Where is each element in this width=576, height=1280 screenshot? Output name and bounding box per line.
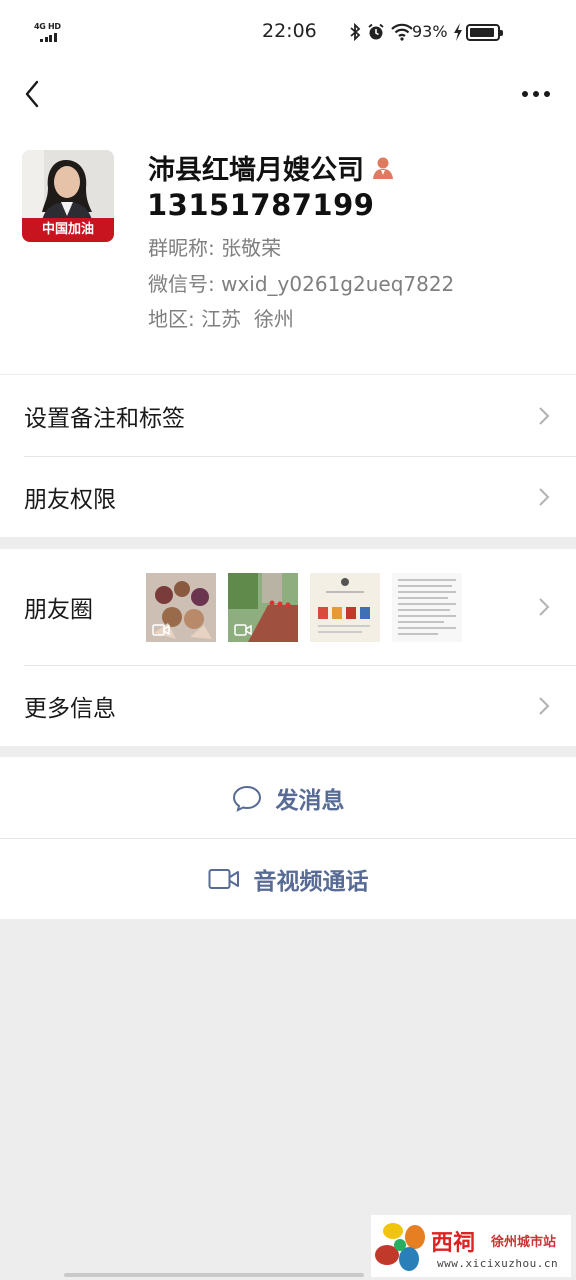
watermark-sub: 徐州城市站 — [491, 1235, 557, 1250]
chevron-right-icon — [539, 406, 550, 425]
moment-thumbnail[interactable] — [392, 573, 462, 642]
watermark-brand: 西祠 — [431, 1231, 476, 1256]
charging-icon — [454, 23, 462, 41]
group-nickname-label: 群昵称: — [148, 236, 215, 260]
more-info-label: 更多信息 — [24, 695, 116, 722]
wechat-id-label: 微信号: — [148, 272, 215, 296]
video-badge-icon — [152, 624, 170, 636]
network-type: 4G HD — [34, 22, 61, 31]
watermark-url: www.xicixuzhou.cn — [437, 1257, 559, 1270]
battery-icon — [466, 24, 503, 41]
avatar-banner: 中国加油 — [22, 218, 114, 242]
region-label: 地区: — [148, 307, 195, 331]
send-message-button[interactable]: 发消息 — [0, 757, 576, 838]
chevron-right-icon — [539, 598, 550, 616]
remark-and-tags-row[interactable]: 设置备注和标签 — [0, 375, 576, 456]
gesture-bar — [64, 1273, 364, 1277]
video-call-label: 音视频通话 — [253, 868, 369, 895]
region: 地区: 江苏 徐州 — [148, 303, 294, 332]
alarm-icon — [368, 23, 384, 40]
status-bar: 4G HD 22:06 93% — [0, 0, 576, 64]
actions-section: 发消息 音视频通话 — [0, 757, 576, 919]
avatar[interactable]: 中国加油 — [22, 150, 114, 242]
moments-label: 朋友圈 — [24, 597, 93, 623]
top-nav — [0, 64, 576, 124]
chevron-right-icon — [539, 696, 550, 715]
group-nickname: 群昵称: 张敬荣 — [148, 232, 281, 261]
friend-permissions-row[interactable]: 朋友权限 — [0, 456, 576, 537]
video-call-button[interactable]: 音视频通话 — [0, 838, 576, 919]
bluetooth-icon — [350, 23, 361, 41]
moment-thumbnail[interactable] — [228, 573, 298, 642]
contact-name: 沛县红墙月嫂公司 — [148, 155, 364, 186]
moment-thumbnail[interactable] — [310, 573, 380, 642]
moment-thumbnail[interactable] — [146, 573, 216, 642]
region-value: 江苏 徐州 — [201, 307, 294, 331]
send-message-label: 发消息 — [275, 787, 345, 814]
wifi-icon — [391, 23, 413, 41]
network-signal-icon: 4G HD — [34, 22, 64, 44]
remark-and-tags-label: 设置备注和标签 — [24, 405, 185, 432]
video-camera-icon — [208, 868, 239, 889]
more-options-button[interactable] — [516, 76, 556, 112]
clock: 22:06 — [262, 20, 317, 42]
group-nickname-value: 张敬荣 — [221, 236, 282, 260]
profile-card: 中国加油 沛县红墙月嫂公司 13151787199 群昵称: 张敬荣 微信号: … — [0, 124, 576, 374]
chat-bubble-icon — [232, 785, 261, 812]
video-badge-icon — [234, 624, 252, 636]
back-arrow-icon — [25, 80, 39, 108]
contact-phone: 13151787199 — [147, 188, 375, 222]
chevron-right-icon — [539, 487, 550, 506]
battery-percent: 93% — [412, 22, 448, 41]
friend-permissions-label: 朋友权限 — [24, 486, 116, 513]
wechat-id-value: wxid_y0261g2ueq7822 — [221, 272, 455, 296]
moments-section: 朋友圈 更多信息 — [0, 549, 576, 746]
moments-row[interactable]: 朋友圈 — [0, 549, 576, 665]
more-info-row[interactable]: 更多信息 — [0, 665, 576, 746]
settings-section: 设置备注和标签 朋友权限 — [0, 375, 576, 537]
wechat-id: 微信号: wxid_y0261g2ueq7822 — [148, 268, 454, 297]
back-button[interactable] — [14, 76, 50, 112]
watermark-logo — [375, 1223, 425, 1271]
contact-person-icon — [373, 157, 393, 179]
watermark: 西祠 徐州城市站 www.xicixuzhou.cn — [371, 1215, 571, 1277]
more-dots-icon — [522, 91, 550, 97]
